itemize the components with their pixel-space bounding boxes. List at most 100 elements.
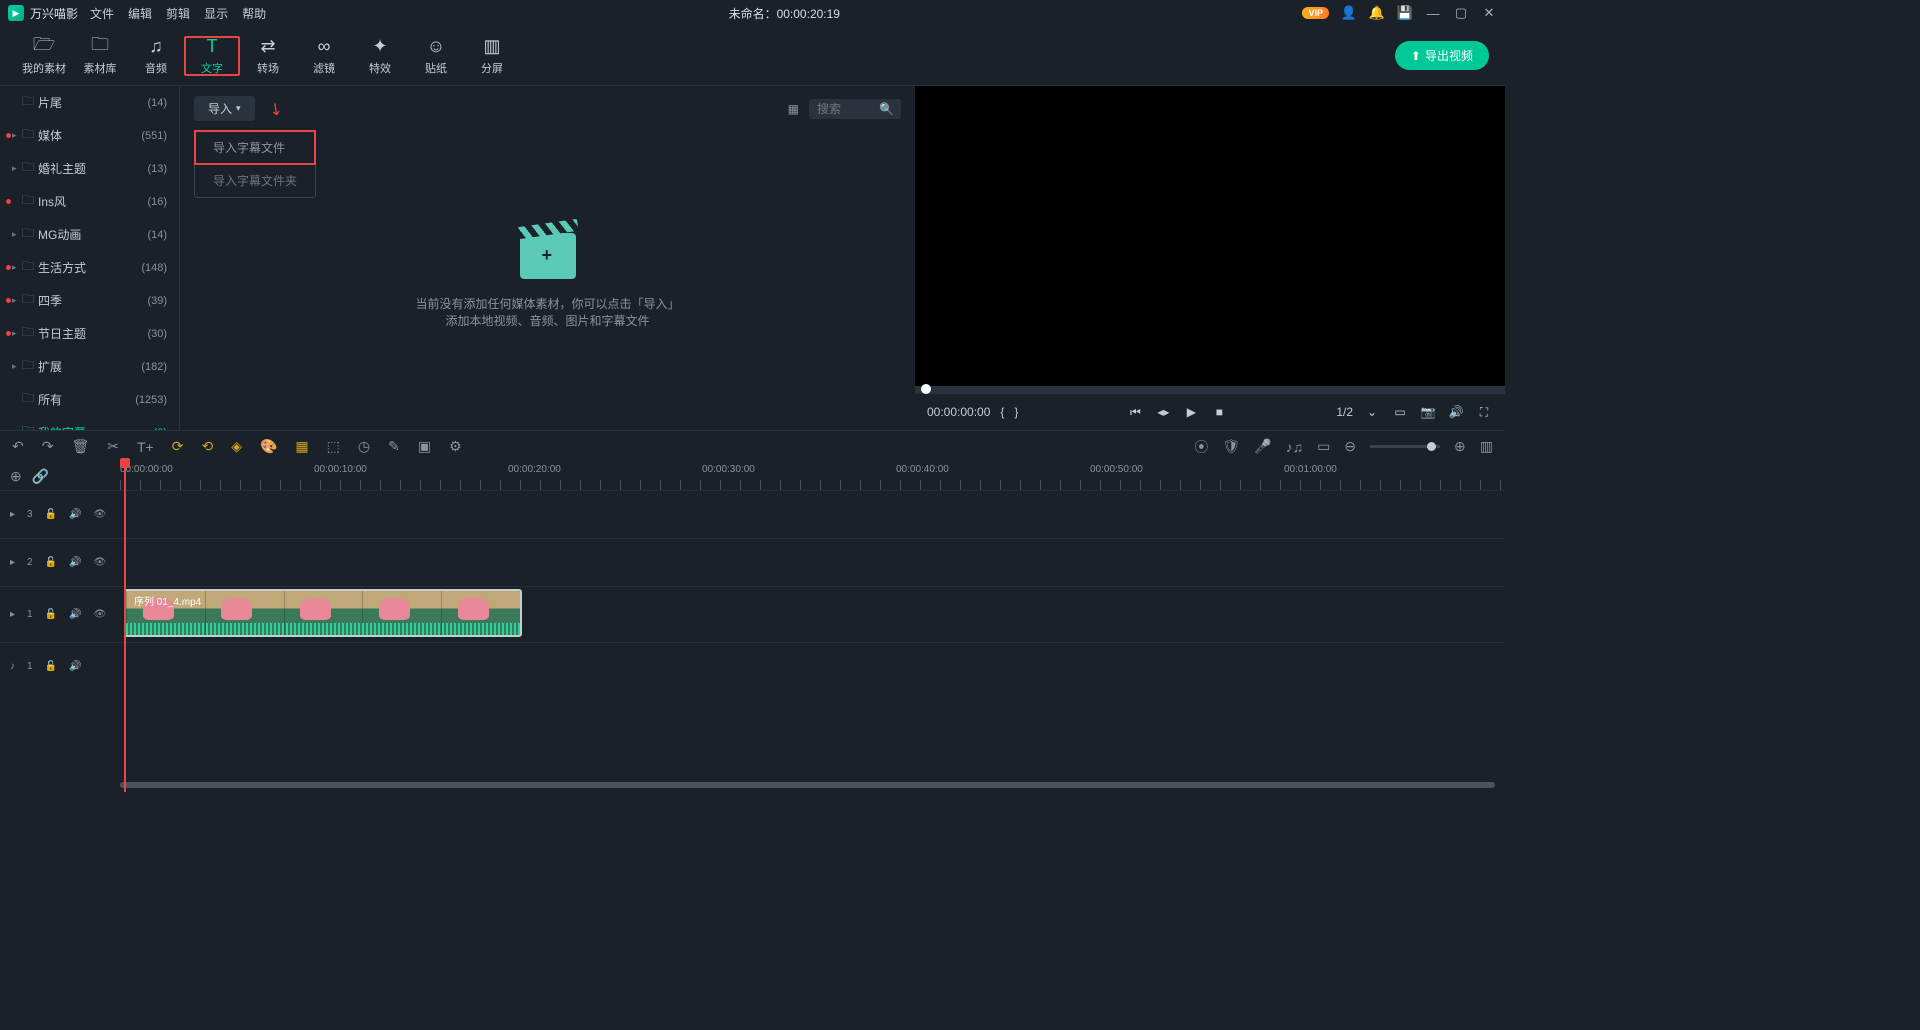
zoom-handle[interactable] (1427, 442, 1436, 451)
mixer-icon[interactable]: ♪♫ (1286, 439, 1304, 455)
tab-my-media[interactable]: 🗁我的素材 (16, 36, 72, 76)
track-area[interactable] (120, 539, 1505, 586)
lock-icon[interactable]: 🔓 (45, 661, 57, 672)
meter-icon[interactable]: ◷ (358, 438, 370, 455)
tab-transition[interactable]: ⇄转场 (240, 36, 296, 76)
tab-effects[interactable]: ✦特效 (352, 36, 408, 76)
marker-icon[interactable]: ▭ (1317, 438, 1330, 455)
import-subtitle-file[interactable]: 导入字幕文件 (195, 131, 315, 164)
stop-icon[interactable]: ■ (1210, 405, 1228, 419)
delete-icon[interactable]: 🗑 (71, 438, 89, 455)
color-icon[interactable]: 🎨 (260, 438, 277, 455)
timeline-scrollbar[interactable] (120, 782, 1495, 788)
shield-icon[interactable]: 🛡 (1222, 438, 1240, 455)
sidebar-item[interactable]: ▸🗀四季(39) (0, 284, 179, 317)
crop-fit-icon[interactable]: ▦ (295, 438, 308, 455)
prev-frame-icon[interactable]: ⏮ (1126, 405, 1144, 420)
mute-icon[interactable]: 🔊 (69, 661, 81, 672)
notification-icon[interactable]: 🔔 (1369, 5, 1385, 21)
search-icon[interactable]: 🔍 (879, 102, 894, 116)
marker-in[interactable]: { (1000, 405, 1004, 419)
lock-icon[interactable]: 🔓 (45, 557, 57, 568)
user-icon[interactable]: 👤 (1341, 5, 1357, 21)
tab-filter[interactable]: ∞滤镜 (296, 36, 352, 76)
display-settings-icon[interactable]: ▭ (1391, 405, 1409, 419)
crop-icon[interactable]: ⬚ (327, 438, 340, 455)
progress-handle[interactable] (921, 384, 931, 394)
mute-icon[interactable]: 🔊 (69, 557, 81, 568)
sidebar-item[interactable]: ▸🗀媒体(551) (0, 119, 179, 152)
close-icon[interactable]: ✕ (1481, 5, 1497, 21)
minimize-icon[interactable]: — (1425, 5, 1441, 21)
menu-help[interactable]: 帮助 (242, 5, 266, 22)
speed-icon[interactable]: ⟳ (172, 438, 184, 455)
sidebar-item[interactable]: ▸🗀生活方式(148) (0, 251, 179, 284)
link-icon[interactable]: 🔗 (32, 468, 49, 485)
mute-icon[interactable]: 🔊 (69, 509, 81, 520)
sidebar-item[interactable]: 🗀所有(1253) (0, 383, 179, 416)
magic-icon[interactable]: ✎ (388, 438, 400, 455)
eye-icon[interactable]: 👁 (94, 557, 107, 568)
zoom-slider[interactable] (1370, 445, 1440, 448)
cut-icon[interactable]: ✂ (107, 438, 119, 455)
import-subtitle-folder[interactable]: 导入字幕文件夹 (195, 164, 315, 197)
snapshot-icon[interactable]: 📷 (1419, 405, 1437, 419)
eye-icon[interactable]: 👁 (94, 509, 107, 520)
track-area[interactable] (120, 491, 1505, 538)
sidebar-item[interactable]: 🗀Ins风(16) (0, 185, 179, 218)
timeline-ruler[interactable]: 00:00:00:0000:00:10:0000:00:20:0000:00:3… (120, 462, 1505, 490)
preview-progress[interactable] (915, 386, 1505, 394)
adjust-icon[interactable]: ⚙ (449, 438, 462, 455)
menu-file[interactable]: 文件 (90, 5, 114, 22)
mute-icon[interactable]: 🔊 (69, 609, 81, 620)
preview-video[interactable] (915, 86, 1505, 386)
zoom-in-icon[interactable]: ⊕ (1454, 438, 1466, 455)
sidebar-item[interactable]: ▸🗀扩展(182) (0, 350, 179, 383)
step-back-icon[interactable]: ◂▸ (1154, 405, 1172, 419)
record-icon[interactable]: ⦿ (1194, 437, 1208, 457)
eye-icon[interactable]: 👁 (94, 609, 107, 620)
track-add-icon[interactable]: ⊕ (10, 468, 22, 485)
play-icon[interactable]: ▶ (1182, 405, 1200, 419)
marker-out[interactable]: } (1014, 405, 1018, 419)
lock-icon[interactable]: 🔓 (45, 509, 57, 520)
tab-stock[interactable]: 🗀素材库 (72, 36, 128, 76)
save-icon[interactable]: 💾 (1397, 5, 1413, 21)
zoom-out-icon[interactable]: ⊖ (1344, 438, 1356, 455)
sidebar-item[interactable]: ▸🗀节日主题(30) (0, 317, 179, 350)
grid-view-icon[interactable]: ▦ (788, 102, 799, 116)
track-area[interactable]: 序列 01_4.mp4 (120, 587, 1505, 642)
zoom-ratio[interactable]: 1/2 (1336, 405, 1353, 419)
tab-split[interactable]: ▥分屏 (464, 36, 520, 76)
auto-icon[interactable]: ⟲ (201, 438, 213, 455)
menu-view[interactable]: 显示 (204, 5, 228, 22)
keyframe-icon[interactable]: ◈ (231, 438, 242, 455)
tab-audio[interactable]: ♫音频 (128, 36, 184, 76)
vip-badge[interactable]: VIP (1302, 7, 1329, 19)
fit-icon[interactable]: ▥ (1480, 438, 1493, 455)
scrollbar-thumb[interactable] (120, 782, 1495, 788)
playhead[interactable] (124, 462, 126, 792)
chevron-down-icon[interactable]: ⌄ (1363, 405, 1381, 419)
sidebar-item[interactable]: ▸🗀MG动画(14) (0, 218, 179, 251)
track-area[interactable] (120, 643, 1505, 690)
import-button[interactable]: 导入 (194, 96, 255, 121)
sidebar-item[interactable]: ▸🗀婚礼主题(13) (0, 152, 179, 185)
redo-icon[interactable]: ↷ (42, 438, 54, 455)
menu-edit[interactable]: 编辑 (128, 5, 152, 22)
text-add-icon[interactable]: T+ (137, 439, 154, 455)
undo-icon[interactable]: ↶ (12, 438, 24, 455)
mic-icon[interactable]: 🎤 (1254, 438, 1271, 455)
fullscreen-icon[interactable]: ⛶ (1475, 405, 1493, 420)
export-button[interactable]: ⬆ 导出视频 (1395, 41, 1489, 70)
mask-icon[interactable]: ▣ (418, 438, 431, 455)
sidebar-item[interactable]: 🗀我的字幕(0) (0, 416, 179, 430)
search-box[interactable]: 🔍 (809, 99, 901, 119)
tab-text[interactable]: T文字 (184, 36, 240, 76)
menu-clip[interactable]: 剪辑 (166, 5, 190, 22)
volume-icon[interactable]: 🔊 (1447, 405, 1465, 419)
video-clip[interactable]: 序列 01_4.mp4 (124, 589, 522, 637)
lock-icon[interactable]: 🔓 (45, 609, 57, 620)
tab-stickers[interactable]: ☺贴纸 (408, 36, 464, 76)
sidebar-item[interactable]: 🗀片尾(14) (0, 86, 179, 119)
